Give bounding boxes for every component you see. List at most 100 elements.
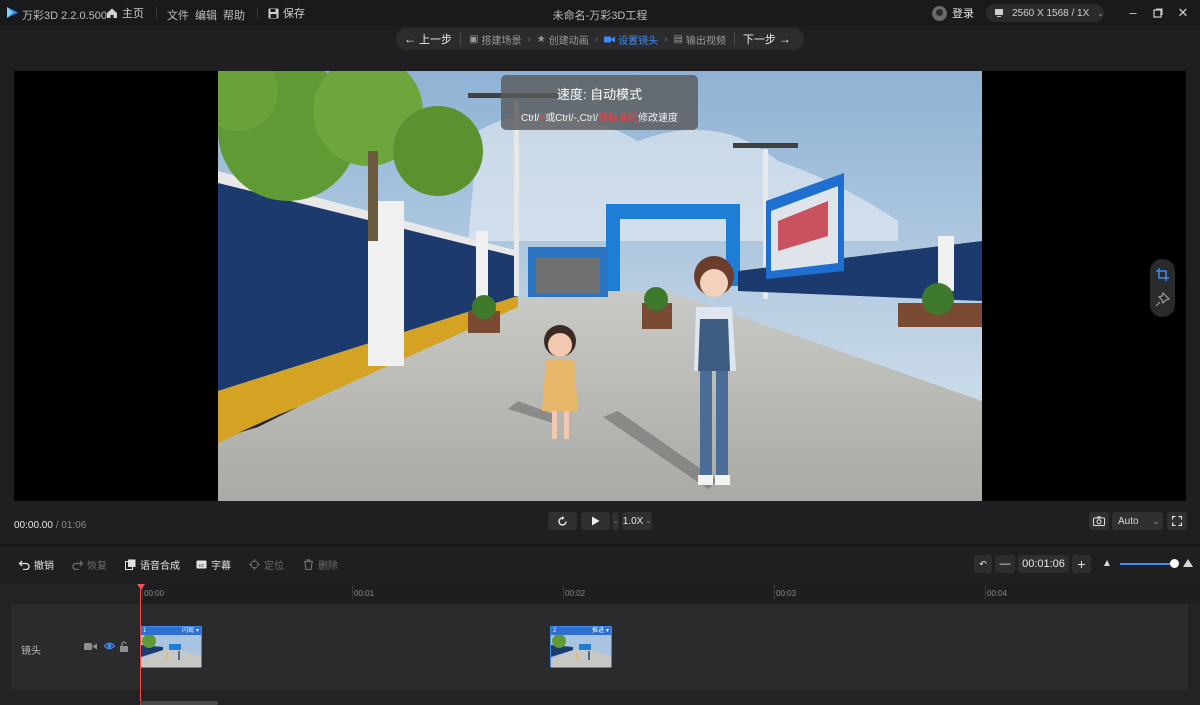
chevron-down-icon: ⌄ <box>1152 516 1160 526</box>
fullscreen-button[interactable] <box>1167 512 1187 530</box>
crop-frame-icon[interactable] <box>1155 267 1170 282</box>
star-icon: ★ <box>536 33 546 45</box>
svg-text:cc: cc <box>199 562 205 568</box>
maximize-button[interactable] <box>1150 5 1166 21</box>
eye-icon[interactable] <box>104 641 115 651</box>
login-button[interactable]: 登录 <box>932 4 974 22</box>
undo-label: 撤销 <box>34 560 54 572</box>
timeline-clip[interactable]: 1 闪现 ▾ <box>140 626 202 668</box>
scene-viewport[interactable]: 速度: 自动模式 Ctrl/+或Ctrl/-,Ctrl/鼠标滚轮修改速度 <box>218 71 982 501</box>
play-icon <box>592 516 600 526</box>
speed-tooltip-hint: Ctrl/+或Ctrl/-,Ctrl/鼠标滚轮修改速度 <box>521 113 678 124</box>
ruler-tick-label: 00:01 <box>351 585 375 599</box>
time-display: 00:00.00 / 01:06 <box>14 520 86 531</box>
timeline-scrollbar[interactable] <box>140 701 218 705</box>
screenshot-button[interactable] <box>1089 512 1109 530</box>
subtitle-button[interactable]: cc 字幕 <box>196 557 231 572</box>
chevron-down-icon[interactable]: ▾ <box>196 627 199 635</box>
avatar <box>932 5 947 21</box>
lock-icon[interactable] <box>119 641 129 652</box>
playhead[interactable] <box>140 585 141 705</box>
chevron-right-icon: › <box>527 33 531 45</box>
step-create-animation[interactable]: ★ 创建动画 <box>537 28 589 50</box>
arrow-left-icon: ← <box>404 32 416 46</box>
undo-button[interactable]: 撤销 <box>19 557 54 572</box>
step-label: 搭建场景 <box>481 35 522 47</box>
divider <box>0 544 1200 546</box>
divider <box>257 7 258 19</box>
clip-name: 闪现 <box>181 628 194 634</box>
step-export-video[interactable]: ▤ 输出视频 <box>673 28 725 50</box>
viewport-side-tools <box>1150 259 1175 317</box>
play-button[interactable] <box>581 512 610 530</box>
resolution-value: 2560 X 1568 / 1X <box>1012 7 1090 19</box>
chevron-down-icon[interactable]: ▾ <box>606 627 609 635</box>
divider <box>733 32 735 46</box>
chevron-down-icon: ⌄ <box>645 518 652 525</box>
pin-icon[interactable] <box>1155 292 1170 307</box>
locate-icon <box>249 558 260 570</box>
speed-value: 1.0X <box>622 515 644 527</box>
prev-step-button[interactable]: ← 上一步 <box>404 28 452 50</box>
delete-button[interactable]: 删除 <box>303 557 338 572</box>
clip-name: 推进 <box>591 628 604 634</box>
zoom-slider-thumb[interactable] <box>1170 559 1179 568</box>
save-button[interactable]: 保存 <box>268 5 305 21</box>
locate-label: 定位 <box>264 560 284 572</box>
next-step-label: 下一步 <box>742 34 776 46</box>
speed-tooltip-title: 速度: 自动模式 <box>556 87 643 102</box>
duration-field[interactable]: 00:01:06 <box>1018 555 1069 573</box>
preview-panel: 速度: 自动模式 Ctrl/+或Ctrl/-,Ctrl/鼠标滚轮修改速度 <box>14 71 1186 501</box>
minimize-button[interactable]: – <box>1125 5 1141 21</box>
menu-help[interactable]: 帮助 <box>223 7 245 23</box>
playhead-handle[interactable] <box>137 584 145 590</box>
redo-button[interactable]: 恢复 <box>72 557 107 572</box>
export-icon: ▤ <box>673 33 683 45</box>
close-button[interactable]: ✕ <box>1175 5 1191 21</box>
step-build-scene[interactable]: ▣ 搭建场景 <box>469 28 521 50</box>
video-camera-icon[interactable] <box>84 642 98 651</box>
ruler-tick-label: 00:03 <box>773 585 797 599</box>
menu-file[interactable]: 文件 <box>167 7 189 23</box>
prev-step-label: 上一步 <box>419 34 452 46</box>
login-label: 登录 <box>952 8 974 20</box>
tts-button[interactable]: 语音合成 <box>125 557 180 572</box>
step-set-camera[interactable]: 设置镜头 <box>604 28 658 50</box>
quality-selector[interactable]: Auto ⌄ <box>1112 512 1163 530</box>
tts-icon <box>125 559 136 570</box>
clip-number: 1 <box>143 628 147 634</box>
fullscreen-icon <box>1172 516 1182 526</box>
total-time: / 01:06 <box>55 520 87 531</box>
timeline-clip[interactable]: 2 推进 ▾ <box>550 626 612 668</box>
app-name: 万彩3D 2.2.0.500 <box>22 10 107 22</box>
divider <box>460 32 461 46</box>
home-button[interactable]: 主页 <box>106 5 144 21</box>
clip-header: 1 闪现 ▾ <box>141 627 201 635</box>
chevron-right-icon: › <box>664 33 668 45</box>
locate-button[interactable]: 定位 <box>249 557 284 572</box>
duration-value: 00:01:06 <box>1022 558 1065 570</box>
resolution-selector[interactable]: 2560 X 1568 / 1X ⌄ <box>986 4 1104 22</box>
clip-thumbnail <box>141 635 201 667</box>
home-label: 主页 <box>122 8 144 20</box>
fit-timeline-button[interactable]: ↶ <box>974 555 992 573</box>
camera-track-lane[interactable] <box>140 604 1188 690</box>
zoom-slider-track[interactable] <box>1120 563 1176 565</box>
monitor-icon <box>995 9 1003 17</box>
zoom-out-button[interactable]: — <box>995 555 1015 573</box>
play-options-dropdown[interactable]: ⌄ <box>612 512 619 530</box>
time-ruler[interactable] <box>140 583 1200 603</box>
tts-label: 语音合成 <box>140 560 180 572</box>
loop-button[interactable] <box>548 512 577 530</box>
menu-edit[interactable]: 编辑 <box>195 7 217 23</box>
next-step-button[interactable]: 下一步 → <box>743 28 791 50</box>
chevron-right-icon: › <box>594 33 599 45</box>
trash-icon <box>304 558 313 570</box>
zoom-in-button[interactable]: + <box>1072 555 1091 573</box>
speed-selector[interactable]: 1.0X ⌄ <box>622 512 652 530</box>
ruler-tick-label: 00:00 <box>141 585 165 599</box>
cube-icon: ▣ <box>469 33 479 45</box>
app-logo-icon <box>7 7 18 18</box>
clip-thumbnail <box>551 635 611 667</box>
step-bar: ← 上一步 ▣ 搭建场景 › ★ 创建动画 › 设置镜头 › ▤ 输出视频 下一… <box>396 28 804 50</box>
